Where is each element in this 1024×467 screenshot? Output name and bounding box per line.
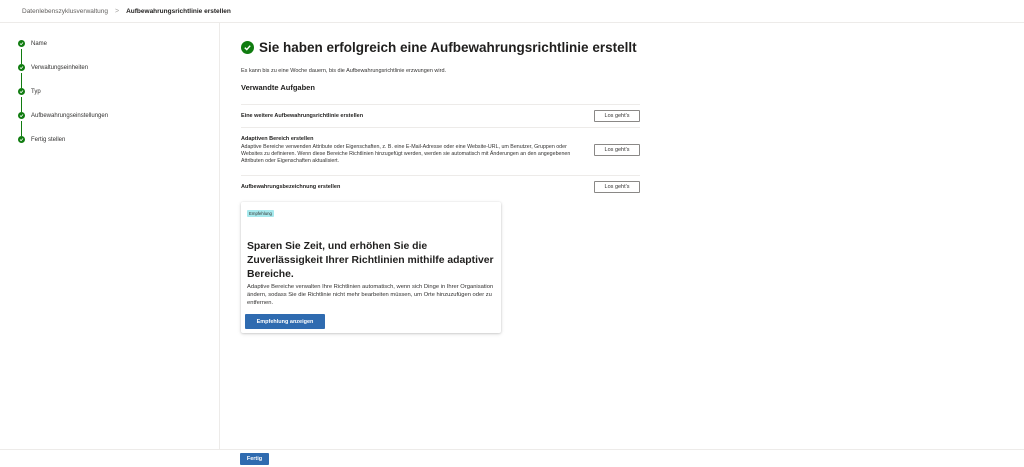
task-description: Adaptive Bereiche verwenden Attribute od… <box>241 144 571 165</box>
page-subtitle: Es kann bis zu eine Woche dauern, bis di… <box>241 68 447 74</box>
breadcrumb-parent-link[interactable]: Datenlebenszyklusverwaltung <box>22 8 108 15</box>
check-icon <box>18 136 25 143</box>
done-button[interactable]: Fertig <box>240 453 269 465</box>
step-label: Name <box>31 40 48 47</box>
recommendation-text: Adaptive Bereiche verwalten Ihre Richtli… <box>247 284 494 306</box>
check-icon <box>18 40 25 47</box>
step-connector <box>21 121 22 136</box>
check-icon <box>18 64 25 71</box>
step-connector <box>21 49 22 64</box>
step-label: Fertig stellen <box>31 136 66 143</box>
recommendation-card: Empfehlung Sparen Sie Zeit, und erhöhen … <box>241 202 501 333</box>
step-admin-units[interactable]: Verwaltungseinheiten <box>18 64 88 71</box>
breadcrumb-current: Aufbewahrungsrichtlinie erstellen <box>126 7 231 15</box>
task-row: Eine weitere Aufbewahrungsrichtlinie ers… <box>241 104 640 127</box>
step-label: Typ <box>31 88 41 95</box>
step-finish[interactable]: Fertig stellen <box>18 136 65 143</box>
step-connector <box>21 97 22 112</box>
breadcrumb-separator: > <box>115 7 120 15</box>
related-tasks-heading: Verwandte Aufgaben <box>241 83 315 92</box>
task-start-button[interactable]: Los geht's <box>594 144 640 156</box>
step-label: Verwaltungseinheiten <box>31 64 89 71</box>
step-connector <box>21 73 22 88</box>
footer-bar: Fertig <box>0 449 1024 467</box>
step-retention-settings[interactable]: Aufbewahrungseinstellungen <box>18 112 108 119</box>
step-name[interactable]: Name <box>18 40 47 47</box>
task-title: Adaptiven Bereich erstellen <box>241 136 314 142</box>
task-row: Adaptiven Bereich erstellen Adaptive Ber… <box>241 127 640 175</box>
recommendation-title: Sparen Sie Zeit, und erhöhen Sie die Zuv… <box>247 241 494 280</box>
step-label: Aufbewahrungseinstellungen <box>31 112 109 119</box>
page-title: Sie haben erfolgreich eine Aufbewahrungs… <box>259 40 637 55</box>
recommendation-badge: Empfehlung <box>247 210 274 217</box>
task-row: Aufbewahrungsbezeichnung erstellen Los g… <box>241 175 640 197</box>
view-recommendation-button[interactable]: Empfehlung anzeigen <box>245 314 325 329</box>
success-header: Sie haben erfolgreich eine Aufbewahrungs… <box>241 40 637 55</box>
wizard-steps-panel: Name Verwaltungseinheiten Typ Aufbewahru… <box>0 23 220 449</box>
step-type[interactable]: Typ <box>18 88 41 95</box>
task-title: Aufbewahrungsbezeichnung erstellen <box>241 184 341 190</box>
success-check-icon <box>241 41 254 54</box>
task-start-button[interactable]: Los geht's <box>594 110 640 122</box>
check-icon <box>18 112 25 119</box>
breadcrumb: Datenlebenszyklusverwaltung > Aufbewahru… <box>0 0 1024 23</box>
check-icon <box>18 88 25 95</box>
task-start-button[interactable]: Los geht's <box>594 181 640 193</box>
task-title: Eine weitere Aufbewahrungsrichtlinie ers… <box>241 113 364 119</box>
